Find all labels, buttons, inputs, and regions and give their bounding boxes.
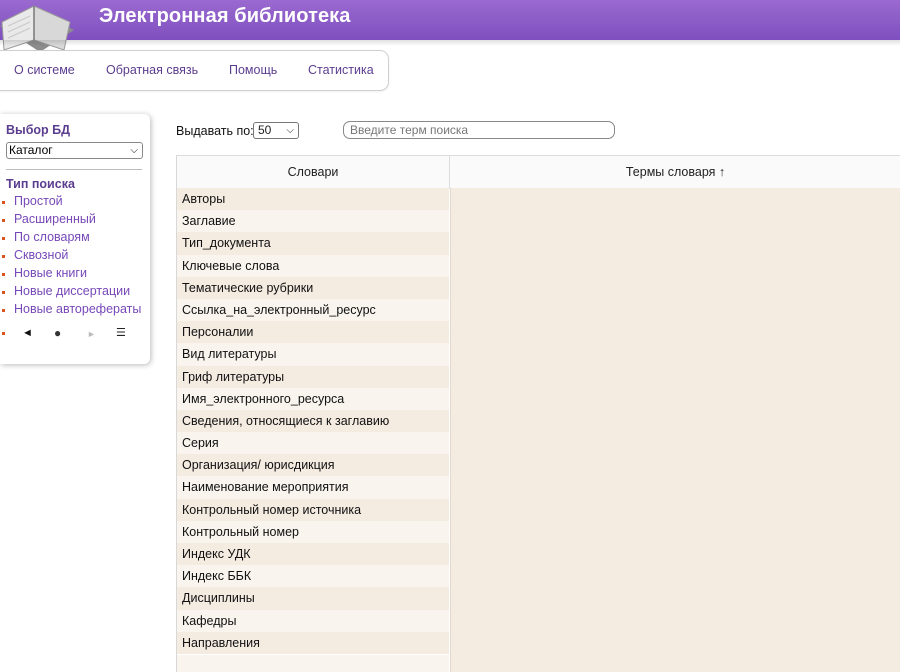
search-type-new-books[interactable]: Новые книги <box>14 266 87 280</box>
carousel-controls: ◄ ● ► ☰ <box>0 326 150 342</box>
table-row[interactable]: Индекс ББК <box>177 565 449 588</box>
column-header-dictionaries[interactable]: Словари <box>177 155 450 189</box>
nav-help[interactable]: Помощь <box>229 63 277 77</box>
terms-panel <box>450 188 900 672</box>
site-title: Электронная библиотека <box>99 5 351 27</box>
menu-icon[interactable]: ☰ <box>116 326 126 340</box>
bullet-icon <box>2 273 5 276</box>
table-row[interactable]: Гриф литературы <box>177 365 449 388</box>
dot-icon[interactable]: ● <box>54 326 61 340</box>
table-row[interactable]: Организация/ юрисдикция <box>177 454 449 477</box>
bullet-icon <box>2 219 5 222</box>
chevron-down-icon: ⌵ <box>286 125 294 136</box>
bullet-icon <box>2 291 5 294</box>
next-arrow-icon[interactable]: ► <box>87 327 96 341</box>
dictionary-list: Авторы Заглавие Тип_документа Ключевые слов… <box>177 188 449 654</box>
per-page-label: Выдавать по: <box>176 124 254 138</box>
dictionary-list-filler <box>177 655 449 672</box>
bullet-icon <box>2 332 5 335</box>
table-row[interactable]: Тематические рубрики <box>177 276 449 299</box>
db-select[interactable]: Каталог ⌵ <box>6 142 143 159</box>
bullet-icon <box>2 237 5 240</box>
table-row[interactable]: Кафедры <box>177 609 449 632</box>
db-select-heading: Выбор БД <box>6 123 71 137</box>
table-row[interactable]: Персоналии <box>177 321 449 344</box>
db-select-value: Каталог <box>9 143 53 157</box>
search-placeholder: Введите терм поиска <box>350 123 469 137</box>
table-row[interactable]: Тип_документа <box>177 232 449 255</box>
column-header-terms[interactable]: Термы словаря ↑ <box>450 155 900 189</box>
table-row[interactable]: Сведения, относящиеся к заглавию <box>177 409 449 433</box>
table-row[interactable]: Контрольный номер источника <box>177 498 449 521</box>
search-type-new-dissertations[interactable]: Новые диссертации <box>14 284 130 298</box>
nav-about[interactable]: О системе <box>14 63 75 77</box>
table-row[interactable]: Ключевые слова <box>177 254 449 277</box>
search-type-crossdb[interactable]: Сквозной <box>14 248 68 262</box>
search-type-advanced[interactable]: Расширенный <box>14 212 96 226</box>
table-row[interactable]: Имя_электронного_ресурса <box>177 387 449 410</box>
bullet-icon <box>2 255 5 258</box>
search-input[interactable]: Введите терм поиска <box>343 121 615 139</box>
table-row[interactable]: Серия <box>177 432 449 455</box>
table-row[interactable]: Наименование мероприятия <box>177 476 449 499</box>
search-type-dictionaries[interactable]: По словарям <box>14 230 90 244</box>
search-type-new-abstracts[interactable]: Новые авторефераты <box>14 302 141 316</box>
dictionary-table: Словари Термы словаря ↑ Авторы Заглавие Ти… <box>176 155 900 672</box>
per-page-select[interactable]: 50 ⌵ <box>253 122 299 139</box>
table-row[interactable]: Ссылка_на_электронный_ресурс <box>177 298 449 322</box>
table-row[interactable]: Индекс УДК <box>177 543 449 566</box>
table-row[interactable]: Авторы <box>177 188 449 211</box>
bullet-icon <box>2 201 5 204</box>
table-row[interactable]: Заглавие <box>177 210 449 233</box>
sidebar-divider <box>6 169 142 170</box>
per-page-value: 50 <box>258 123 272 137</box>
chevron-down-icon: ⌵ <box>130 145 138 156</box>
table-row[interactable]: Направления <box>177 631 449 654</box>
sidebar: Выбор БД Каталог ⌵ Тип поиска Простой Ра… <box>0 114 150 364</box>
table-row[interactable]: Дисциплины <box>177 587 449 610</box>
header-shadow <box>0 40 900 46</box>
search-type-simple[interactable]: Простой <box>14 194 63 208</box>
table-row[interactable]: Вид литературы <box>177 343 449 366</box>
bullet-icon <box>2 309 5 312</box>
search-type-heading: Тип поиска <box>6 177 75 191</box>
nav-feedback[interactable]: Обратная связь <box>106 63 198 77</box>
site-header: Электронная библиотека <box>0 0 900 52</box>
nav-statistics[interactable]: Статистика <box>308 63 374 77</box>
prev-arrow-icon[interactable]: ◄ <box>22 326 33 340</box>
table-row[interactable]: Контрольный номер <box>177 520 449 543</box>
top-nav: О системе Обратная связь Помощь Статисти… <box>0 50 389 91</box>
